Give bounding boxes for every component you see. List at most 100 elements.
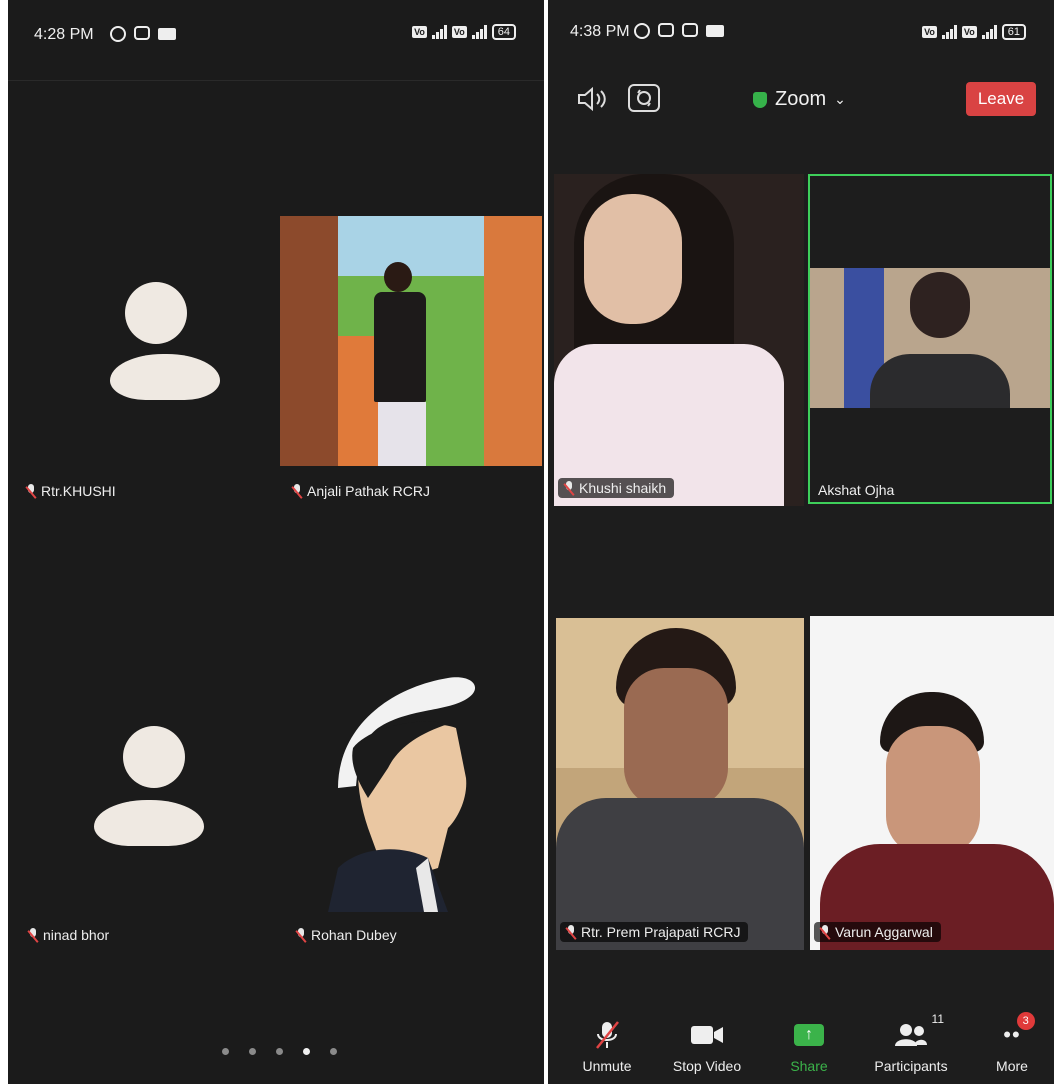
instagram-icon [682,23,698,37]
signal-icon [941,25,957,39]
page-dot-active[interactable] [303,1048,310,1055]
unmute-button[interactable]: Unmute [562,1020,652,1074]
participant-name: Rohan Dubey [296,927,397,943]
avatar-body-icon [94,800,204,846]
video-tile[interactable] [28,660,268,910]
participant-name-label: Rtr. Prem Prajapati RCRJ [581,924,741,940]
stop-video-label: Stop Video [672,1058,742,1074]
muted-mic-icon [292,484,301,498]
page-dot[interactable] [222,1048,229,1055]
alarm-icon [110,26,126,42]
status-time: 4:38 PM [570,23,630,40]
participant-name: Rtr. Prem Prajapati RCRJ [560,922,749,942]
volte-icon: Vo [922,26,937,38]
share-button[interactable]: ↑ Share [764,1020,854,1074]
participant-name: Akshat Ojha [818,482,894,498]
video-tile[interactable] [28,218,268,468]
signal-icon [431,25,447,39]
blurred-edge [482,216,542,466]
video-tile[interactable] [298,668,498,912]
muted-mic-icon [26,484,35,498]
status-right-icons: Vo Vo 61 [922,24,1026,40]
muted-mic-icon [820,925,829,939]
unmute-label: Unmute [582,1058,632,1074]
more-label: More [996,1058,1028,1074]
muted-mic-icon [28,928,37,942]
participant-name-label: Rtr.KHUSHI [41,483,116,499]
status-icons [110,26,176,42]
volte-icon: Vo [961,26,977,38]
person-head [910,272,970,338]
divider [8,80,544,81]
muted-mic-icon [296,928,305,942]
person-head [384,262,412,292]
share-icon-wrap: ↑ [794,1020,824,1050]
page-indicator[interactable] [222,1048,337,1055]
chevron-down-icon: ⌄ [834,91,846,107]
person-body [374,292,426,402]
video-tile[interactable] [280,216,542,466]
status-bar: 4:28 PM Vo Vo 64 [8,0,544,64]
page-dot[interactable] [249,1048,256,1055]
volte-icon: Vo [451,26,467,38]
person-legs [378,402,426,466]
signal-icon [981,25,997,39]
avatar-body-icon [110,354,220,400]
battery-icon: 64 [491,24,516,40]
video-tile[interactable]: Rtr. Prem Prajapati RCRJ [556,618,804,950]
stop-video-button[interactable]: Stop Video [662,1020,752,1074]
participant-name-label: Varun Aggarwal [835,924,933,940]
video-frame [338,216,484,466]
blurred-edge [280,216,340,466]
battery-icon: 61 [1001,24,1026,40]
message-icon [658,23,674,37]
right-phone-screen: 4:38 PM Vo Vo 61 Zoom ⌄ Leave Khushi sha… [548,0,1054,1084]
status-right-icons: Vo Vo 64 [412,24,516,40]
face [584,194,682,324]
more-dots-icon: •• 3 [1003,1012,1035,1050]
notification-badge: 3 [1016,1012,1035,1030]
video-tile[interactable]: Khushi shaikh [554,174,804,506]
video-tile-active-speaker[interactable]: Akshat Ojha [808,174,1052,504]
video-tile[interactable]: Varun Aggarwal [810,616,1054,950]
video-record-icon [706,25,724,37]
participant-name-label: Khushi shaikh [579,480,667,496]
person-body [870,354,1010,408]
instagram-icon [134,26,150,40]
profile-illustration [328,677,476,912]
left-phone-screen: 4:28 PM Vo Vo 64 Rtr.KHUSHI Anjali Patha… [8,0,544,1084]
leave-button[interactable]: Leave [966,82,1036,116]
meeting-top-bar: Zoom ⌄ Leave [548,80,1054,124]
face [886,726,980,856]
meeting-toolbar: Unmute Stop Video ↑ Share 11 Participant… [548,1012,1054,1084]
participants-button[interactable]: 11 Participants [866,1012,956,1074]
video-record-icon [158,28,176,40]
participant-name: Anjali Pathak RCRJ [292,483,430,499]
switch-camera-icon[interactable] [628,84,660,112]
status-time: 4:28 PM [34,26,94,43]
page-dot[interactable] [330,1048,337,1055]
participant-name-label: Akshat Ojha [818,482,895,498]
page-dot[interactable] [276,1048,283,1055]
participants-count: 11 [931,1012,944,1026]
shield-check-icon [753,91,767,108]
more-button[interactable]: •• 3 More [968,1012,1054,1074]
participant-name: Rtr.KHUSHI [26,483,116,499]
meeting-title-label: Zoom [775,88,827,110]
avatar-head-icon [123,726,185,788]
status-bar: 4:38 PM Vo Vo 61 [548,0,1054,64]
signal-icon [471,25,487,39]
participant-name-label: Anjali Pathak RCRJ [307,483,430,499]
status-icons [634,23,724,39]
face [624,668,728,808]
avatar-head-icon [125,282,187,344]
video-camera-icon [690,1020,724,1050]
meeting-title[interactable]: Zoom ⌄ [753,88,846,111]
video-frame [810,268,1050,408]
participant-name: ninad bhor [28,927,109,943]
participant-name-label: Rohan Dubey [311,927,397,943]
participants-icon: 11 [894,1012,944,1050]
share-icon: ↑ [794,1024,824,1046]
speaker-icon[interactable] [576,86,610,112]
mic-off-icon [594,1020,620,1050]
